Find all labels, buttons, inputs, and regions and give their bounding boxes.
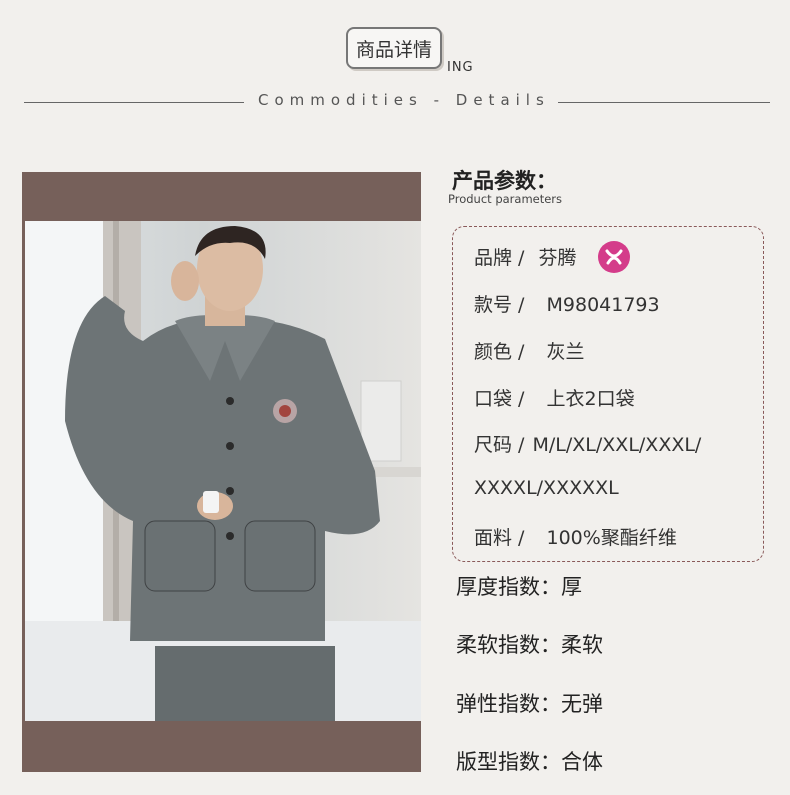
item-no-value: M98041793 <box>546 294 660 316</box>
fabric-label: 面料 / <box>474 527 525 549</box>
item-no-label: 款号 / <box>474 294 525 316</box>
size-row-cont: XXXXL/XXXXXL <box>474 477 619 499</box>
brand-label: 品牌 / <box>474 247 525 269</box>
pocket-label: 口袋 / <box>474 388 525 410</box>
brand-logo-icon <box>598 241 630 273</box>
elasticity-index: 弹性指数：无弹 <box>456 692 603 716</box>
params-heading-en: Product parameters <box>448 192 563 206</box>
thickness-index: 厚度指数：厚 <box>456 575 582 599</box>
size-value-2: XXXXL/XXXXXL <box>474 477 619 499</box>
brand-row: 品牌 / 芬腾 <box>474 243 577 270</box>
fabric-value: 100%聚酯纤维 <box>546 527 677 549</box>
brand-logo-mark <box>605 249 623 265</box>
color-row: 颜色 / 灰兰 <box>474 337 585 364</box>
model-illustration <box>25 221 421 721</box>
product-photo <box>25 221 421 721</box>
item-no-row: 款号 / M98041793 <box>474 290 660 317</box>
pocket-value: 上衣2口袋 <box>546 388 635 410</box>
badge-suffix: ING <box>447 60 474 75</box>
size-label: 尺码 / <box>474 434 525 456</box>
divider-right <box>558 102 770 103</box>
color-label: 颜色 / <box>474 341 525 363</box>
size-row: 尺码 / M/L/XL/XXL/XXXL/ <box>474 430 701 457</box>
brand-value: 芬腾 <box>538 247 577 269</box>
section-subtitle: Commodities - Details <box>258 91 550 109</box>
details-badge-text: 商品详情 <box>355 38 432 61</box>
details-badge: 商品详情 <box>346 27 442 69</box>
size-value-1: M/L/XL/XXL/XXXL/ <box>532 434 702 456</box>
divider-left <box>24 102 244 103</box>
pocket-row: 口袋 / 上衣2口袋 <box>474 384 635 411</box>
fit-index: 版型指数：合体 <box>456 750 603 774</box>
fabric-row: 面料 / 100%聚酯纤维 <box>474 523 677 550</box>
color-value: 灰兰 <box>546 341 585 363</box>
params-heading: 产品参数： <box>452 169 557 193</box>
softness-index: 柔软指数：柔软 <box>456 633 603 657</box>
